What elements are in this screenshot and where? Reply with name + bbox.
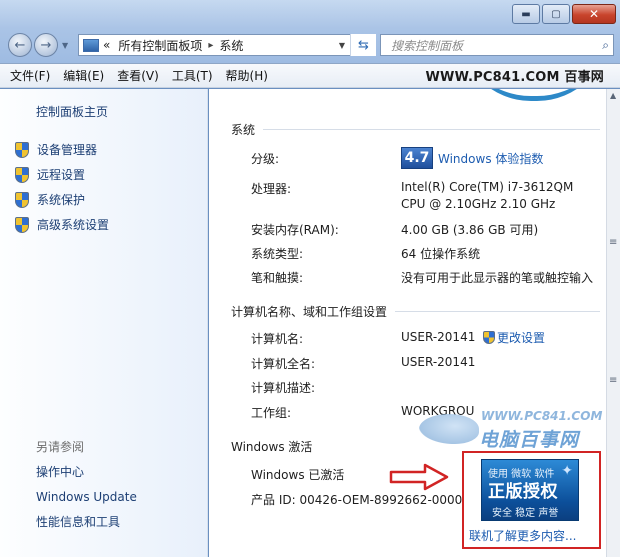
sidebar-item-remote-settings[interactable]: 远程设置: [15, 162, 109, 187]
system-section-heading: 系统: [231, 123, 256, 137]
section-divider: [263, 129, 600, 130]
experience-index[interactable]: 4.7 Windows 体验指数: [401, 147, 543, 169]
full-name-value: USER-20141: [401, 355, 476, 369]
window-controls: ▬ ▢ ✕: [512, 4, 616, 24]
system-type-value: 64 位操作系统: [401, 247, 481, 261]
shield-icon: [483, 331, 495, 344]
shield-icon: [15, 216, 29, 233]
scroll-grip-icon[interactable]: ≡: [609, 237, 617, 248]
sidebar-item-label: 远程设置: [37, 168, 86, 182]
search-placeholder: 搜索控制面板: [391, 38, 464, 53]
forward-button[interactable]: →: [34, 33, 58, 57]
sidebar-item-performance[interactable]: 性能信息和工具: [36, 513, 137, 538]
maximize-button[interactable]: ▢: [542, 4, 570, 24]
scroll-grip-icon[interactable]: ≡: [609, 375, 617, 386]
history-dropdown-icon[interactable]: ▼: [62, 41, 68, 50]
nav-buttons: ← → ▼: [8, 32, 72, 58]
breadcrumb-system[interactable]: 系统: [219, 37, 243, 54]
sidebar-item-advanced-settings[interactable]: 高级系统设置: [15, 212, 109, 237]
shield-icon: [15, 166, 29, 183]
rating-badge: 4.7: [401, 147, 433, 169]
change-settings-label: 更改设置: [497, 331, 546, 345]
address-bar[interactable]: « 所有控制面板项 ▸ 系统 ▼: [78, 34, 376, 56]
genuine-software-badge[interactable]: 使用 微软 软件 正版授权 安全 稳定 声誉 ✦: [481, 459, 579, 521]
breadcrumb-separator-icon[interactable]: ▸: [208, 40, 213, 51]
genuine-badge-title: 正版授权: [488, 482, 558, 502]
arrow-right-icon: [389, 463, 449, 491]
menu-file[interactable]: 文件(F): [10, 67, 50, 84]
see-also-links: 操作中心 Windows Update 性能信息和工具: [36, 463, 137, 538]
menu-view[interactable]: 查看(V): [117, 67, 159, 84]
product-id: 产品 ID: 00426-OEM-8992662-00006: [251, 493, 470, 507]
full-name-label: 计算机全名:: [251, 357, 316, 371]
minimize-button[interactable]: ▬: [512, 4, 540, 24]
menu-edit[interactable]: 编辑(E): [63, 67, 104, 84]
processor-speed-value: CPU @ 2.10GHz 2.10 GHz: [401, 197, 556, 211]
watermark-text: 电脑百事网: [479, 429, 580, 451]
sidebar: 控制面板主页 设备管理器 远程设置 系统保护 高级系统设置 另请参阅 操作中心 …: [0, 89, 208, 557]
scroll-up-icon[interactable]: ▲: [610, 91, 616, 100]
back-button[interactable]: ←: [8, 33, 32, 57]
learn-more-link[interactable]: 联机了解更多内容...: [469, 527, 576, 544]
brand-watermark: WWW.PC841.COM 百事网: [425, 70, 604, 85]
watermark-logo-icon: [419, 414, 479, 444]
workgroup-label: 工作组:: [251, 406, 292, 420]
ram-value: 4.00 GB (3.86 GB 可用): [401, 223, 539, 237]
title-bar: ▬ ▢ ✕ ← → ▼ « 所有控制面板项 ▸ 系统 ▼ ⇆ 搜索控制面板 ⌕: [0, 0, 620, 64]
search-icon[interactable]: ⌕: [602, 38, 609, 53]
computer-name-label: 计算机名:: [251, 332, 304, 346]
watermark-url: WWW.PC841.COM: [481, 409, 603, 423]
change-settings-link[interactable]: 更改设置: [479, 329, 545, 346]
section-divider: [395, 311, 600, 312]
sidebar-item-windows-update[interactable]: Windows Update: [36, 488, 137, 513]
menu-tools[interactable]: 工具(T): [172, 67, 213, 84]
activation-status: Windows 已激活: [251, 468, 345, 482]
experience-index-link[interactable]: Windows 体验指数: [438, 150, 543, 167]
address-dropdown-icon[interactable]: ▼: [339, 41, 345, 50]
shield-icon: [15, 191, 29, 208]
vertical-scrollbar[interactable]: ▲ ≡ ≡: [606, 89, 620, 557]
shield-icon: [15, 141, 29, 158]
rating-label: 分级:: [251, 152, 280, 166]
menu-help[interactable]: 帮助(H): [226, 67, 268, 84]
ram-label: 安装内存(RAM):: [251, 223, 339, 237]
computer-name-value: USER-20141: [401, 330, 476, 344]
description-label: 计算机描述:: [251, 381, 316, 395]
processor-label: 处理器:: [251, 182, 292, 196]
sidebar-item-action-center[interactable]: 操作中心: [36, 463, 137, 488]
control-panel-icon: [83, 38, 99, 52]
breadcrumb-overflow[interactable]: «: [103, 38, 110, 52]
sidebar-item-label: 高级系统设置: [37, 218, 110, 232]
processor-value: Intel(R) Core(TM) i7-3612QM: [401, 180, 574, 194]
pen-touch-label: 笔和触摸:: [251, 271, 304, 285]
sidebar-item-label: 系统保护: [37, 193, 86, 207]
see-also-heading: 另请参阅: [36, 440, 85, 454]
breadcrumb-all-items[interactable]: 所有控制面板项: [118, 37, 202, 54]
genuine-highlight-box: 使用 微软 软件 正版授权 安全 稳定 声誉 ✦ 联机了解更多内容...: [462, 451, 601, 549]
sidebar-item-label: 设备管理器: [37, 143, 98, 157]
main-content: 系统 分级: 4.7 Windows 体验指数 处理器: Intel(R) Co…: [209, 89, 606, 557]
computer-section-heading: 计算机名称、域和工作组设置: [231, 305, 388, 319]
search-input[interactable]: 搜索控制面板 ⌕: [380, 34, 614, 56]
sidebar-item-device-manager[interactable]: 设备管理器: [15, 137, 109, 162]
system-type-label: 系统类型:: [251, 247, 304, 261]
refresh-icon[interactable]: ⇆: [350, 34, 376, 56]
activation-section-heading: Windows 激活: [231, 440, 313, 454]
star-icon: ✦: [561, 463, 573, 479]
genuine-badge-line3: 安全 稳定 声誉: [492, 508, 559, 519]
sidebar-item-system-protection[interactable]: 系统保护: [15, 187, 109, 212]
sidebar-task-links: 设备管理器 远程设置 系统保护 高级系统设置: [15, 137, 109, 237]
close-button[interactable]: ✕: [572, 4, 616, 24]
sidebar-home-link[interactable]: 控制面板主页: [36, 103, 108, 120]
windows-logo-arc: [459, 89, 606, 101]
pen-touch-value: 没有可用于此显示器的笔或触控输入: [401, 271, 594, 285]
